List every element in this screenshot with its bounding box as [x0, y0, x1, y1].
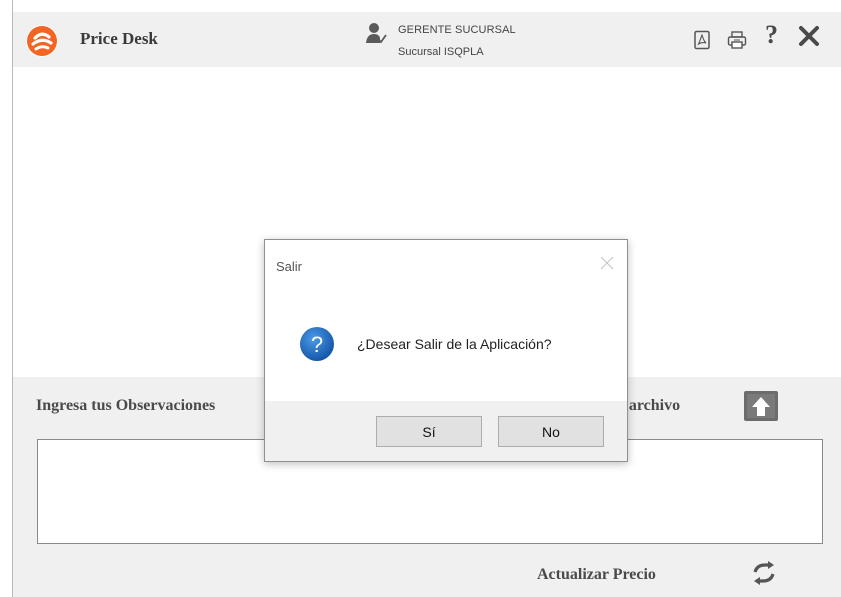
- refresh-icon[interactable]: [751, 560, 777, 586]
- close-icon[interactable]: [798, 25, 820, 47]
- print-icon[interactable]: [727, 30, 747, 50]
- app-title: Price Desk: [80, 29, 158, 48]
- user-branch: Sucursal ISQPLA: [398, 46, 484, 58]
- dialog-title: Salir: [276, 259, 303, 274]
- pdf-icon[interactable]: [692, 30, 712, 50]
- refresh-price-label[interactable]: Actualizar Precio: [537, 566, 656, 584]
- svg-text:?: ?: [311, 332, 323, 357]
- upload-icon: [747, 394, 775, 418]
- yes-button[interactable]: Sí: [376, 416, 482, 447]
- exit-dialog: Salir ? ¿Desear Salir de la Aplicación? …: [264, 239, 628, 462]
- app-logo: [26, 25, 58, 57]
- user-check-icon: [366, 23, 387, 44]
- dialog-close-icon[interactable]: [599, 255, 615, 271]
- upload-button[interactable]: [744, 391, 778, 421]
- no-button[interactable]: No: [498, 416, 604, 447]
- logo-icon: [27, 26, 57, 56]
- app-window: Price Desk GERENTE SUCURSAL Sucursal ISQ…: [0, 0, 841, 597]
- question-icon: ?: [300, 327, 334, 361]
- user-role: GERENTE SUCURSAL: [398, 24, 516, 36]
- dialog-message: ¿Desear Salir de la Aplicación?: [357, 336, 552, 352]
- help-icon[interactable]: ?: [765, 22, 778, 48]
- observations-label: Ingresa tus Observaciones: [36, 397, 216, 414]
